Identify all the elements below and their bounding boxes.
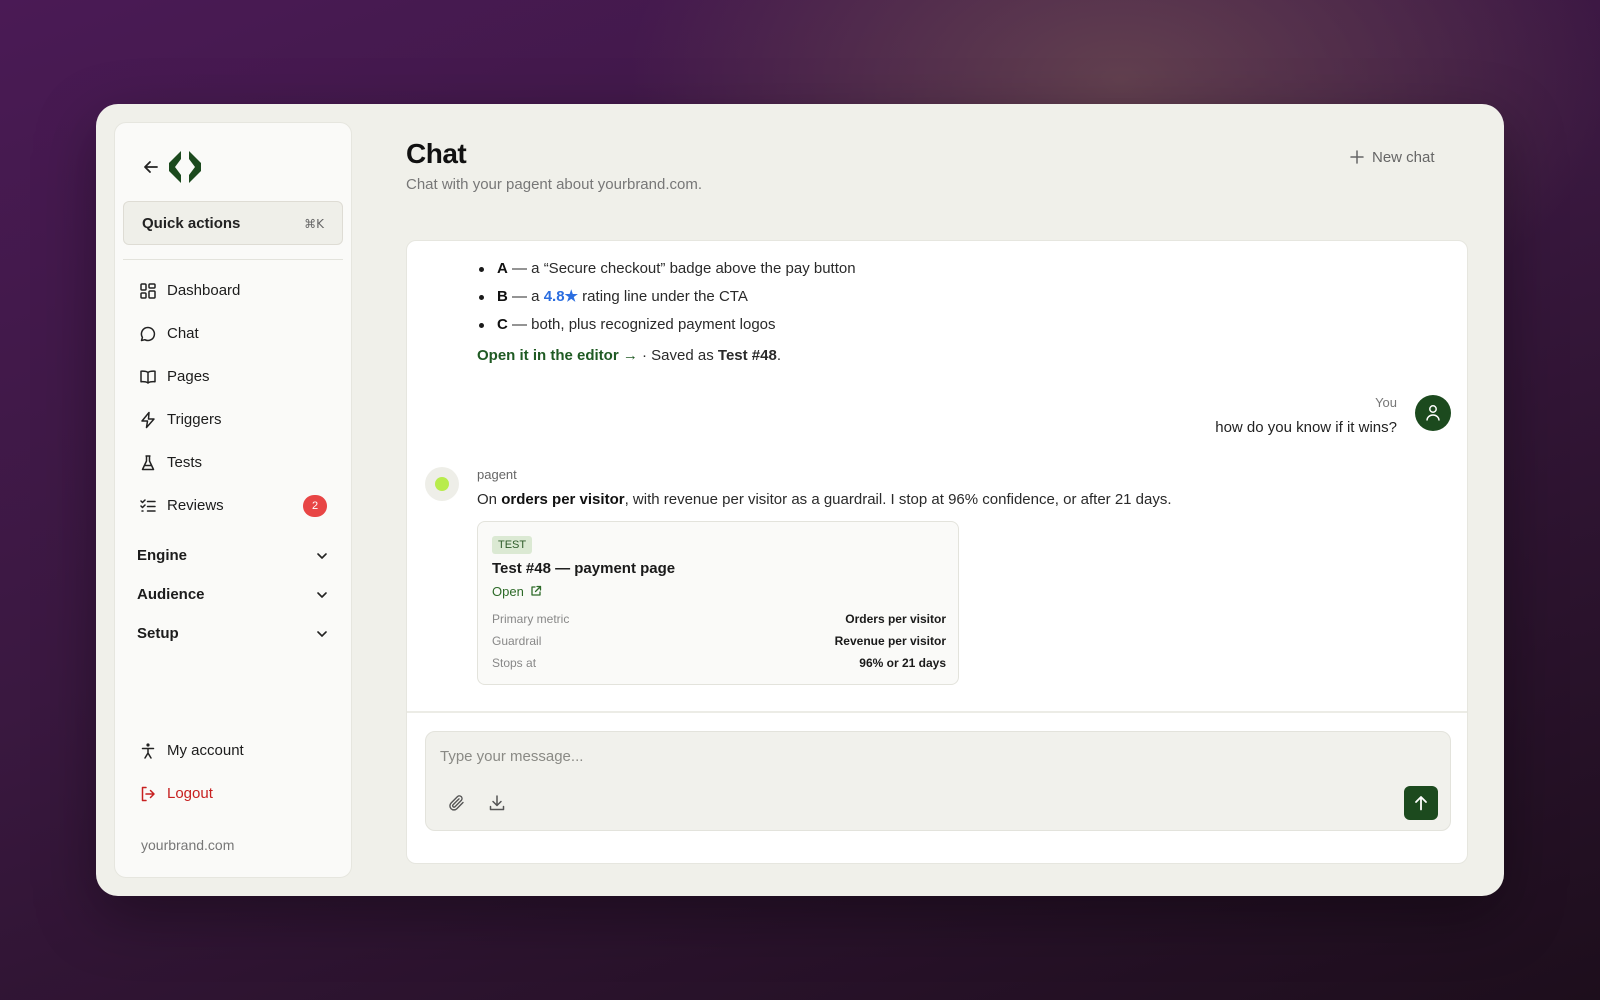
test-card-title: Test #48 — payment page [492, 560, 676, 577]
section-label: Audience [137, 586, 205, 603]
checklist-icon [140, 499, 156, 512]
sidebar-item-reviews[interactable]: Reviews 2 [133, 490, 335, 522]
bot-message-bold: orders per visitor [501, 491, 625, 508]
sidebar-item-label: Chat [167, 325, 199, 342]
sidebar-divider [123, 259, 343, 260]
quick-actions-label: Quick actions [142, 215, 241, 232]
chevron-down-icon [317, 631, 327, 637]
person-icon [141, 743, 155, 759]
option-key: B [497, 288, 508, 305]
arrow-up-icon [1415, 796, 1427, 811]
bot-message: On orders per visitor, with revenue per … [477, 491, 1172, 508]
option-text: rating line under the CTA [578, 288, 748, 305]
sidebar-item-pages[interactable]: Pages [133, 361, 335, 393]
my-account-label: My account [167, 742, 244, 759]
open-in-editor-link[interactable]: Open it in the editor → [477, 347, 638, 364]
metric-value: Orders per visitor [845, 612, 946, 626]
brand-logo-icon [169, 151, 201, 183]
user-icon [1426, 405, 1440, 421]
paperclip-icon[interactable] [448, 794, 466, 812]
sidebar: Quick actions ⌘K Dashboard Chat Pages Tr… [114, 122, 352, 878]
option-key: C [497, 316, 508, 333]
list-item: C — both, plus recognized payment logos [477, 311, 856, 339]
metric-key: Primary metric [492, 612, 570, 626]
bot-message-text: , with revenue per visitor as a guardrai… [624, 491, 1172, 508]
chat-bubble-icon [140, 326, 156, 342]
app-window: Quick actions ⌘K Dashboard Chat Pages Tr… [96, 104, 1504, 896]
new-chat-label: New chat [1372, 149, 1435, 166]
sidebar-item-label: Triggers [167, 411, 222, 428]
open-link-label: Open [492, 584, 524, 599]
test-tag: TEST [492, 536, 533, 554]
metric-key: Guardrail [492, 634, 542, 648]
sidebar-item-label: Dashboard [167, 282, 241, 299]
shortcut-hint: ⌘K [304, 217, 324, 231]
logout-icon [141, 786, 155, 802]
sidebar-item-label: Tests [167, 454, 203, 471]
sidebar-item-tests[interactable]: Tests [133, 447, 335, 479]
saved-as-text: · Saved as [637, 347, 718, 364]
chat-panel: A — a “Secure checkout” badge above the … [406, 240, 1468, 864]
option-text: — a “Secure checkout” badge above the pa… [507, 260, 856, 277]
sidebar-item-label: Pages [167, 368, 210, 385]
new-chat-button[interactable]: New chat [1350, 146, 1460, 170]
option-text: — a [507, 288, 544, 305]
site-domain: yourbrand.com [141, 837, 235, 853]
book-icon [140, 370, 156, 384]
section-label: Setup [137, 625, 179, 642]
list-item: A — a “Secure checkout” badge above the … [477, 255, 856, 283]
user-name: You [1375, 395, 1397, 410]
bot-name: pagent [477, 467, 517, 482]
metric-row: Primary metric Orders per visitor [492, 612, 946, 630]
option-key: A [497, 260, 508, 277]
chevron-down-icon [317, 592, 327, 598]
flask-icon [141, 455, 155, 471]
section-label: Engine [137, 547, 188, 564]
back-arrow-icon[interactable] [141, 157, 161, 177]
bot-avatar [425, 467, 459, 501]
logout-label: Logout [167, 785, 213, 802]
sidebar-item-chat[interactable]: Chat [133, 318, 335, 350]
download-icon[interactable] [488, 794, 506, 812]
logout-button[interactable]: Logout [133, 778, 335, 810]
chevron-down-icon [317, 553, 327, 559]
message-input[interactable] [440, 742, 1420, 770]
dashboard-icon [140, 283, 156, 299]
reviews-count-badge: 2 [303, 495, 327, 517]
saved-test-name: Test #48 [717, 347, 777, 364]
user-avatar [1415, 395, 1451, 431]
plus-icon [1350, 150, 1364, 164]
editor-line: Open it in the editor → · Saved as Test … [477, 347, 781, 364]
section-engine[interactable]: Engine [135, 541, 331, 571]
test-open-link[interactable]: Open [492, 584, 542, 599]
sidebar-item-dashboard[interactable]: Dashboard [133, 275, 335, 307]
metric-key: Stops at [492, 656, 537, 670]
send-button[interactable] [1404, 786, 1438, 820]
metric-value: Revenue per visitor [834, 634, 946, 648]
sidebar-item-my-account[interactable]: My account [133, 735, 335, 767]
bot-message-text: On [477, 491, 502, 508]
page-title: Chat [406, 138, 467, 169]
option-text: — both, plus recognized payment logos [507, 316, 776, 333]
test-card: TEST Test #48 — payment page Open Primar… [477, 521, 959, 685]
list-item: B — a 4.8★ rating line under the CTA [477, 283, 856, 311]
composer-divider [407, 711, 1467, 713]
saved-period: . [776, 347, 781, 364]
section-audience[interactable]: Audience [135, 580, 331, 610]
section-setup[interactable]: Setup [135, 619, 331, 649]
page-subtitle: Chat with your pagent about yourbrand.co… [406, 176, 703, 193]
message-composer [425, 731, 1451, 831]
rating-highlight: 4.8★ [543, 288, 579, 305]
bot-avatar-dot [435, 477, 449, 491]
metric-row: Guardrail Revenue per visitor [492, 634, 946, 652]
metric-row: Stops at 96% or 21 days [492, 656, 946, 674]
sidebar-item-label: Reviews [167, 497, 224, 514]
sidebar-item-triggers[interactable]: Triggers [133, 404, 335, 436]
user-message: how do you know if it wins? [1215, 419, 1397, 436]
metric-value: 96% or 21 days [859, 656, 946, 670]
external-link-icon [531, 585, 542, 596]
lightning-icon [141, 411, 155, 429]
option-list: A — a “Secure checkout” badge above the … [477, 255, 856, 339]
quick-actions-button[interactable]: Quick actions ⌘K [123, 201, 343, 245]
